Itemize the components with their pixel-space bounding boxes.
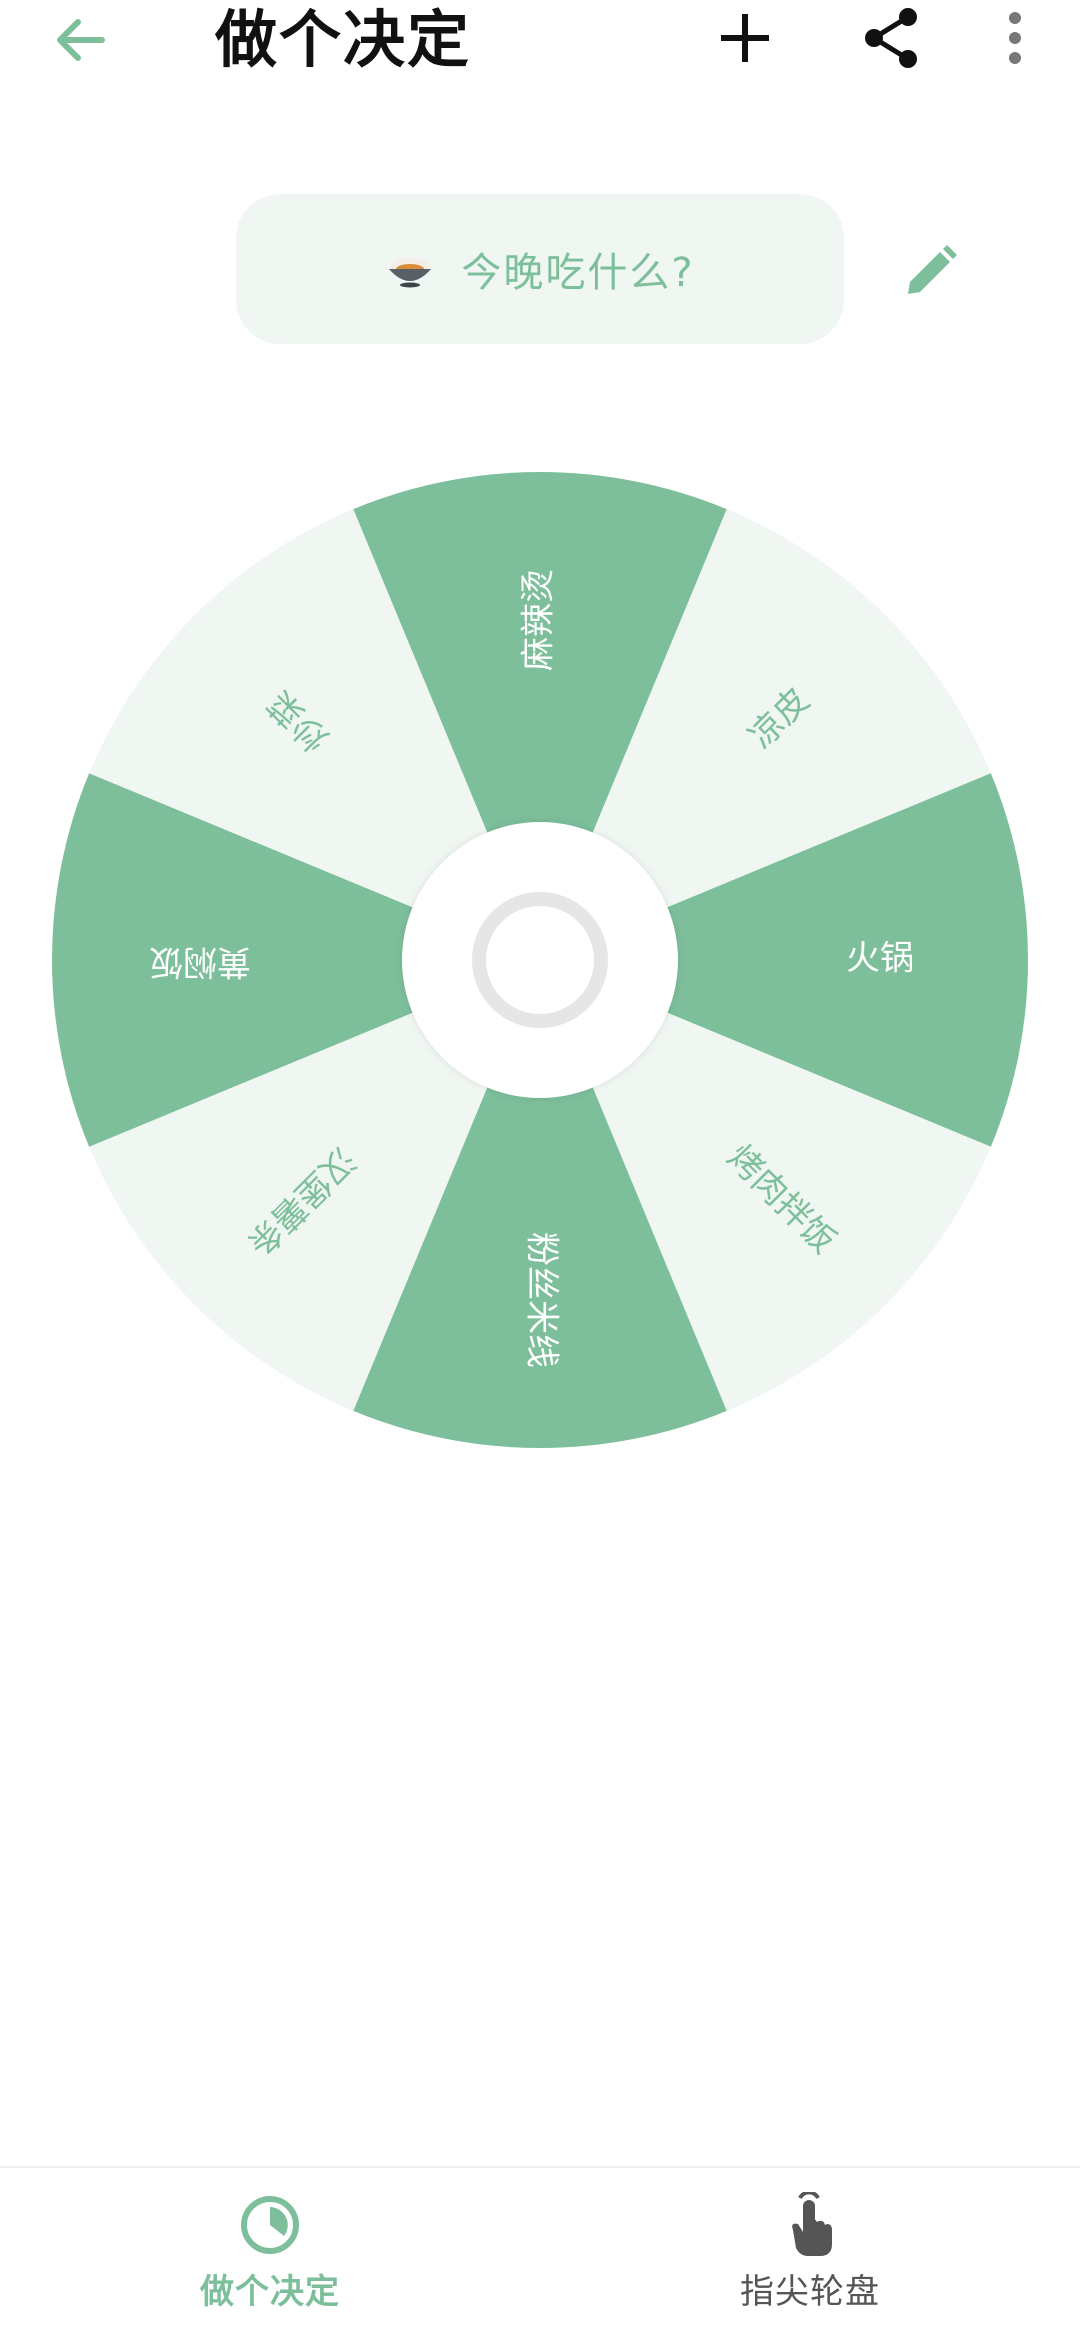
edit-question-button[interactable] — [890, 232, 970, 312]
more-vertical-icon — [1009, 12, 1021, 64]
clock-pie-icon — [237, 2192, 303, 2258]
rice-bowl-icon — [389, 258, 432, 288]
nav-item-finger-wheel[interactable]: 指尖轮盘 — [540, 2168, 1080, 2334]
wheel-pointer-icon — [52, 472, 84, 502]
decision-wheel[interactable]: 麻辣烫 凉皮 火锅 烤肉拌饭 粉丝米线 汉堡薯条 黄焖饭 炒菜 — [50, 470, 1030, 1450]
question-text: 今晚吃什么? — [461, 250, 695, 296]
finger-touch-icon — [777, 2191, 843, 2258]
page-title: 做个决定 — [215, 3, 472, 76]
share-icon — [865, 8, 917, 68]
wheel-segment-label: 麻辣烫 — [519, 569, 559, 671]
question-box[interactable]: 今晚吃什么? — [236, 194, 844, 344]
plus-icon — [721, 14, 769, 62]
bottom-navigation: 做个决定 指尖轮盘 — [0, 2166, 1080, 2334]
nav-item-decide[interactable]: 做个决定 — [0, 2168, 540, 2334]
wheel-segment-label: 粉丝米线 — [522, 1232, 562, 1368]
spin-button[interactable] — [472, 892, 608, 1028]
arrow-left-icon — [57, 19, 105, 61]
add-button[interactable] — [705, 0, 785, 76]
pencil-icon — [908, 245, 957, 294]
back-button[interactable] — [40, 2, 120, 78]
nav-label-finger-wheel: 指尖轮盘 — [740, 2271, 880, 2312]
share-button[interactable] — [852, 0, 932, 76]
more-options-button[interactable] — [990, 0, 1040, 76]
wheel-segment-label: 黄焖饭 — [149, 942, 251, 982]
nav-label-decide: 做个决定 — [200, 2271, 340, 2312]
app-header: 做个决定 — [0, 0, 1080, 80]
wheel-segment-label: 火锅 — [846, 939, 914, 979]
